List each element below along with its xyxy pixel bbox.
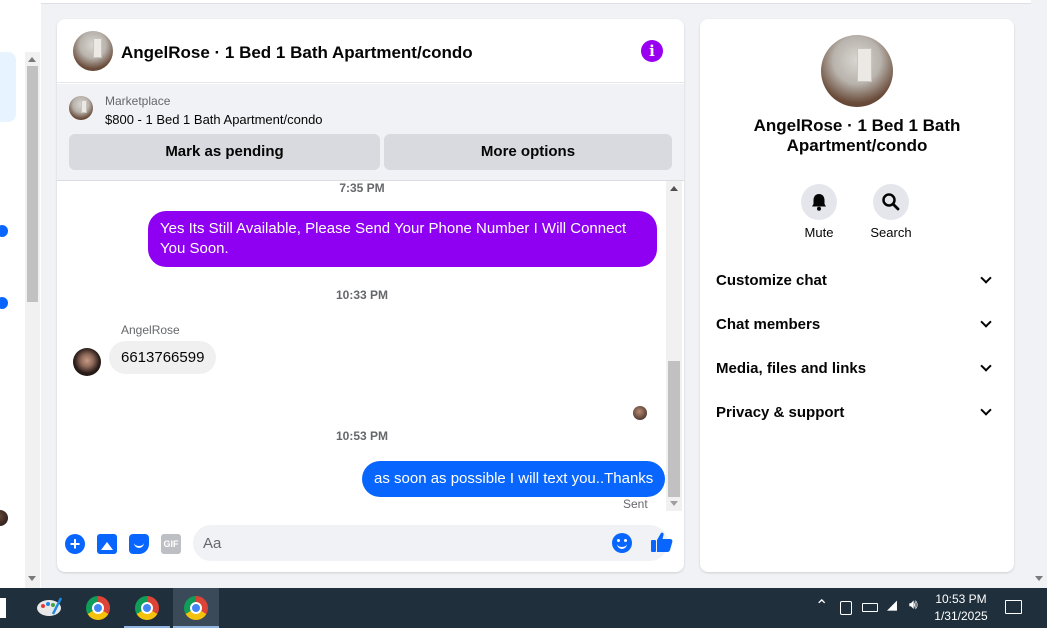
message-thread: 7:35 PM Yes Its Still Available, Please … [57,181,667,511]
notification-icon[interactable] [1005,600,1022,614]
unread-dot [0,297,8,309]
clock-date: 1/31/2025 [934,609,988,623]
media-files-links-section[interactable]: Media, files and links [716,358,998,382]
marketplace-label: Marketplace [105,94,171,108]
timestamp: 7:35 PM [339,181,385,195]
taskbar-clock[interactable]: 10:53 PM 1/31/2025 [928,591,994,625]
volume-icon[interactable]: 🔊︎ [909,596,918,613]
scroll-up-arrow[interactable] [670,186,678,191]
search-label: Search [870,225,912,240]
chevron-down-icon [980,272,992,284]
listing-price-title[interactable]: $800 - 1 Bed 1 Bath Apartment/condo [105,112,323,127]
conversation-info-panel: AngelRose · 1 Bed 1 Bath Apartment/condo… [700,19,1014,572]
chevron-down-icon [980,316,992,328]
panel-title: AngelRose · 1 Bed 1 Bath Apartment/condo [753,116,961,155]
windows-taskbar: ⌃ ◢ 🔊︎ 10:53 PM 1/31/2025 [0,588,1047,628]
privacy-support-section[interactable]: Privacy & support [716,402,998,426]
message-composer: + GIF [57,516,684,572]
thumbs-up-icon[interactable] [650,530,674,554]
top-bar [41,0,1031,4]
read-receipt-avatar [633,406,647,420]
message-input[interactable] [193,525,668,561]
taskbar-app-paint[interactable] [27,588,73,628]
taskbar-app-chrome[interactable] [75,588,121,628]
taskbar-app-chrome-profile-a[interactable] [124,588,170,628]
sender-avatar[interactable] [73,348,101,376]
outgoing-message[interactable]: Yes Its Still Available, Please Send You… [148,211,657,267]
file-explorer-icon[interactable] [0,598,6,618]
sticker-icon[interactable] [129,534,149,554]
chevron-down-icon [980,404,992,416]
chat-window: AngelRose · 1 Bed 1 Bath Apartment/condo… [57,19,684,572]
conversation-photo[interactable] [821,35,893,107]
chrome-icon [86,596,110,620]
chat-header: AngelRose · 1 Bed 1 Bath Apartment/condo… [57,19,684,83]
emoji-icon[interactable] [612,533,632,553]
wifi-icon[interactable]: ◢ [887,597,897,613]
chevron-down-icon [980,360,992,372]
search-icon [882,193,900,211]
search-button[interactable] [873,184,909,220]
incoming-message[interactable]: 6613766599 [109,341,217,374]
info-icon[interactable]: i [641,40,663,62]
meet-now-icon[interactable] [840,601,852,615]
gif-icon[interactable]: GIF [161,534,181,554]
chat-members-section[interactable]: Chat members [716,314,998,338]
plus-icon[interactable]: + [65,534,85,554]
scroll-down-arrow[interactable] [1035,576,1043,581]
conversation-avatar[interactable] [0,510,8,526]
scroll-down-arrow[interactable] [28,576,36,581]
scroll-up-arrow[interactable] [28,57,36,62]
bell-icon [812,194,826,211]
outgoing-message[interactable]: as soon as possible I will text you..Tha… [362,461,666,497]
timestamp: 10:33 PM [335,288,389,302]
palette-icon [37,597,63,616]
marketplace-banner: Marketplace $800 - 1 Bed 1 Bath Apartmen… [57,84,684,181]
photo-icon[interactable] [97,534,117,554]
chrome-icon [135,596,159,620]
scrollbar-thumb[interactable] [668,361,680,497]
conversation-list-scrollbar[interactable] [25,52,40,588]
listing-thumbnail[interactable] [69,96,93,120]
scrollbar-thumb[interactable] [27,66,38,302]
more-options-button[interactable]: More options [384,134,672,170]
message-scrollbar[interactable] [666,181,682,511]
battery-icon[interactable] [862,603,878,612]
mute-button[interactable] [801,184,837,220]
clock-time: 10:53 PM [935,592,987,606]
page-scrollbar[interactable] [1031,0,1047,588]
chrome-icon [184,596,208,620]
sent-status: Sent [623,497,648,511]
sender-name: AngelRose [121,323,180,337]
scroll-down-arrow[interactable] [670,501,678,506]
taskbar-app-chrome-profile-active[interactable] [173,588,219,628]
selected-conversation-highlight[interactable] [0,52,16,122]
show-hidden-icons-chevron-icon[interactable]: ⌃ [815,596,828,616]
chat-title[interactable]: AngelRose · 1 Bed 1 Bath Apartment/condo [121,43,473,63]
listing-photo[interactable] [73,31,113,71]
timestamp: 10:53 PM [335,429,389,443]
mute-label: Mute [804,225,834,240]
mark-as-pending-button[interactable]: Mark as pending [69,134,380,170]
unread-dot [0,225,8,237]
customize-chat-section[interactable]: Customize chat [716,270,998,294]
